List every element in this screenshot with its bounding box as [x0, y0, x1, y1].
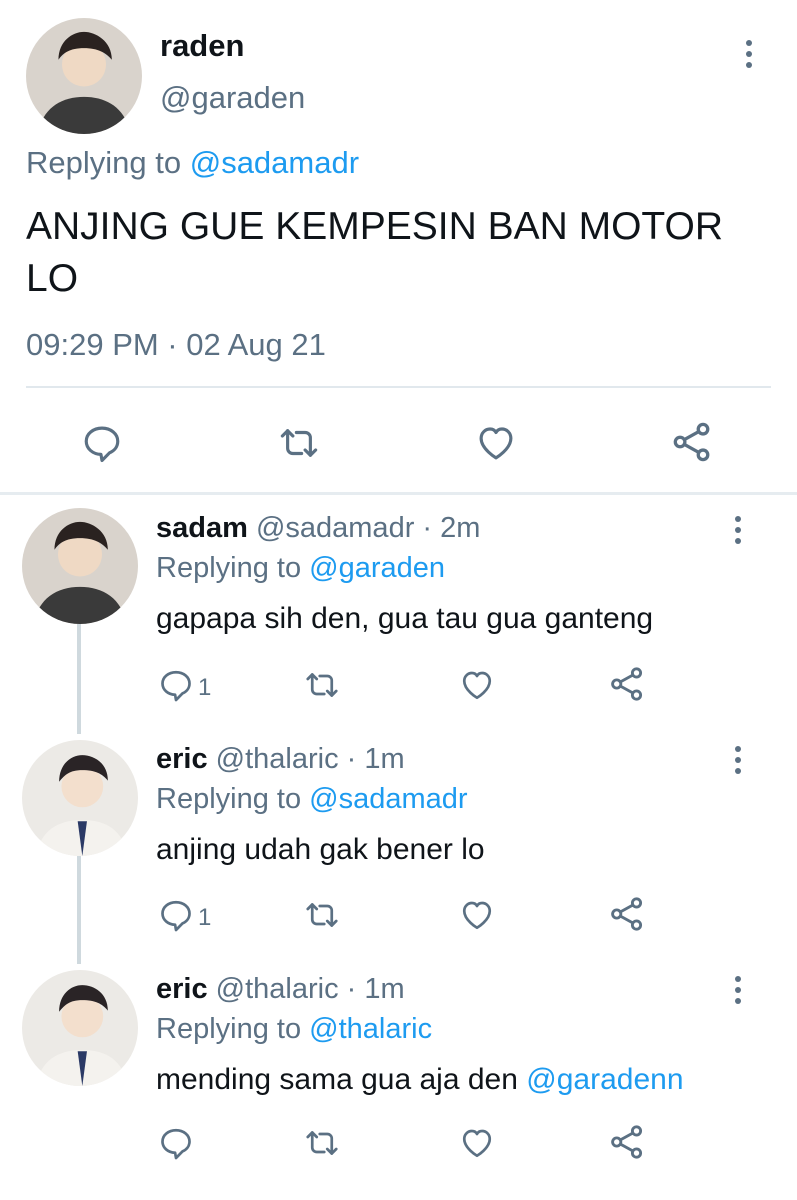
reply-icon[interactable] — [158, 667, 194, 703]
avatar[interactable] — [22, 970, 138, 1086]
reply-icon[interactable] — [81, 422, 123, 464]
author-name[interactable]: eric — [156, 973, 208, 1005]
reply-text: mending sama gua aja den @garadenn — [156, 1063, 684, 1097]
reply-icon[interactable] — [158, 897, 194, 933]
author-handle[interactable]: @thalaric — [216, 743, 339, 775]
reply-text-body: mending sama gua aja den — [156, 1063, 527, 1096]
thread-line — [77, 856, 81, 964]
more-options-icon[interactable] — [734, 976, 742, 1004]
reply-count: 1 — [198, 904, 212, 931]
more-options-icon[interactable] — [745, 40, 753, 68]
reply-count: 1 — [198, 674, 212, 701]
section-divider — [0, 492, 797, 495]
retweet-icon[interactable] — [304, 1125, 340, 1161]
tweet-text: ANJING GUE KEMPESIN BAN MOTOR LO — [26, 205, 724, 300]
replying-to-prefix: Replying to — [156, 1013, 302, 1045]
share-icon[interactable] — [608, 895, 646, 933]
author-handle[interactable]: @garaden — [160, 80, 305, 116]
reply-header: eric @thalaric · 1m — [156, 973, 405, 1006]
more-options-icon[interactable] — [734, 516, 742, 544]
retweet-icon[interactable] — [304, 897, 340, 933]
avatar-image — [22, 740, 138, 856]
replying-to-prefix: Replying to — [156, 783, 302, 815]
share-icon[interactable] — [608, 1123, 646, 1161]
replying-to: Replying to @sadamadr — [156, 783, 468, 816]
replying-to-link[interactable]: @sadamadr — [309, 783, 467, 815]
replying-to-link[interactable]: @thalaric — [309, 1013, 432, 1045]
author-name[interactable]: eric — [156, 743, 208, 775]
reply-icon[interactable] — [158, 1125, 194, 1161]
replying-to: Replying to @thalaric — [156, 1013, 432, 1046]
replying-to: Replying to @garaden — [156, 552, 445, 585]
retweet-icon[interactable] — [304, 667, 340, 703]
retweet-icon[interactable] — [278, 422, 320, 464]
reply-text: gapapa sih den, gua tau gua ganteng — [156, 602, 654, 635]
divider — [26, 386, 771, 388]
reply-time[interactable]: · 2m — [422, 512, 480, 544]
like-icon[interactable] — [458, 1125, 496, 1161]
avatar[interactable] — [26, 18, 142, 134]
avatar-image — [22, 508, 138, 624]
like-icon[interactable] — [458, 897, 496, 933]
reply-header: eric @thalaric · 1m — [156, 743, 405, 776]
reply-time[interactable]: · 1m — [347, 743, 405, 775]
reply-time[interactable]: · 1m — [347, 973, 405, 1005]
author-handle[interactable]: @sadamadr — [256, 512, 414, 544]
author-name[interactable]: sadam — [156, 512, 248, 544]
replying-to-prefix: Replying to — [156, 552, 302, 584]
replying-to: Replying to @sadamadr — [26, 145, 359, 181]
reply-header: sadam @sadamadr · 2m — [156, 512, 480, 545]
avatar[interactable] — [22, 740, 138, 856]
tweet-timestamp[interactable]: 09:29 PM · 02 Aug 21 — [26, 327, 326, 363]
reply-text: anjing udah gak bener lo — [156, 833, 485, 866]
like-icon[interactable] — [474, 422, 518, 464]
avatar[interactable] — [22, 508, 138, 624]
avatar-image — [22, 970, 138, 1086]
share-icon[interactable] — [670, 420, 714, 464]
replying-to-prefix: Replying to — [26, 145, 182, 180]
author-name[interactable]: raden — [160, 28, 244, 64]
more-options-icon[interactable] — [734, 746, 742, 774]
share-icon[interactable] — [608, 665, 646, 703]
avatar-image — [26, 18, 142, 134]
mention-link[interactable]: @garadenn — [526, 1063, 683, 1096]
like-icon[interactable] — [458, 667, 496, 703]
thread-line — [77, 624, 81, 734]
replying-to-link[interactable]: @sadamadr — [190, 145, 359, 180]
author-handle[interactable]: @thalaric — [216, 973, 339, 1005]
replying-to-link[interactable]: @garaden — [309, 552, 445, 584]
